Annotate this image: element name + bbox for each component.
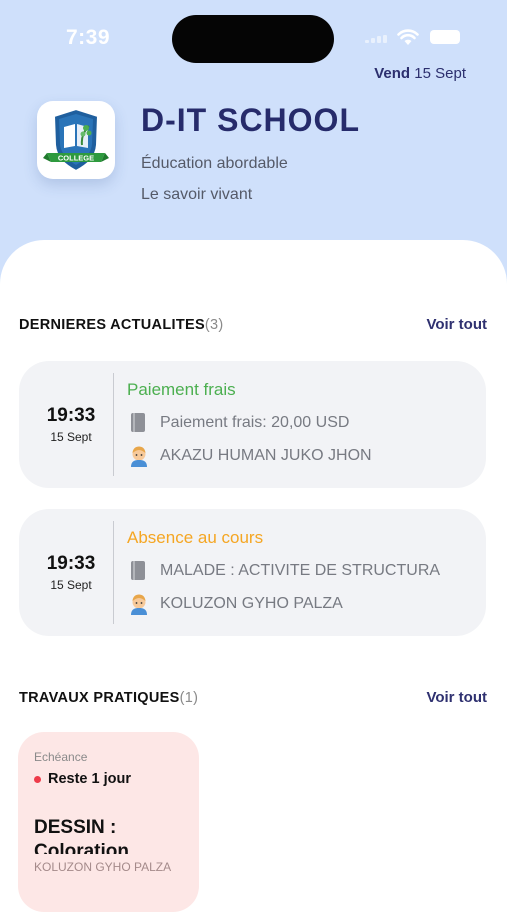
news-detail-row: MALADE : ACTIVITE DE STRUCTURA [127, 560, 440, 582]
dynamic-island [172, 15, 334, 63]
news-detail: Paiement frais: 20,00 USD [160, 414, 350, 431]
logo-text: COLLEGE [58, 154, 94, 163]
news-date: 15 Sept [50, 430, 92, 444]
practical-section-label: TRAVAUX PRATIQUES [19, 690, 180, 706]
news-see-all-link[interactable]: Voir tout [426, 316, 487, 333]
assignment-deadline-label: Echéance [34, 750, 88, 764]
current-day: Vend [374, 65, 411, 82]
news-person: AKAZU HUMAN JUKO JHON [160, 447, 372, 464]
practical-section-title: TRAVAUX PRATIQUES(1) [19, 690, 198, 706]
assignment-remaining-text: Reste 1 jour [48, 771, 131, 787]
document-icon [127, 560, 151, 582]
status-bar-time: 7:39 [66, 26, 111, 49]
assignment-remaining: Reste 1 jour [34, 771, 131, 787]
current-date: Vend 15 Sept [374, 65, 466, 82]
news-count: (3) [204, 317, 224, 333]
news-divider [113, 373, 114, 476]
school-logo: COLLEGE [37, 101, 115, 179]
news-person: KOLUZON GYHO PALZA [160, 595, 343, 612]
practical-count: (1) [179, 690, 199, 706]
school-name: D-IT SCHOOL [141, 102, 360, 138]
news-person-row: KOLUZON GYHO PALZA [127, 593, 343, 615]
news-card[interactable]: 19:33 15 Sept Paiement frais Paiement fr… [19, 361, 486, 488]
current-date-value: 15 Sept [414, 65, 466, 82]
news-title: Paiement frais [127, 380, 236, 399]
student-avatar-icon [127, 593, 151, 615]
battery-icon [430, 30, 460, 44]
news-detail-row: Paiement frais: 20,00 USD [127, 412, 349, 434]
practical-see-all-link[interactable]: Voir tout [426, 689, 487, 706]
document-icon [127, 412, 151, 434]
news-section-title: DERNIERES ACTUALITES(3) [19, 317, 224, 333]
cellular-signal-icon [365, 35, 389, 43]
assignment-card[interactable]: Echéance Reste 1 jour DESSIN : Coloratio… [18, 732, 199, 912]
urgent-dot-icon [34, 775, 41, 783]
news-title: Absence au cours [127, 528, 264, 547]
student-avatar-icon [127, 445, 151, 467]
news-card[interactable]: 19:33 15 Sept Absence au cours MALADE : … [19, 509, 486, 636]
school-tagline-2: Le savoir vivant [141, 186, 253, 203]
college-shield-logo-icon: COLLEGE [43, 107, 109, 173]
news-person-row: AKAZU HUMAN JUKO JHON [127, 445, 372, 467]
news-time: 19:33 [46, 405, 96, 426]
wifi-icon [397, 29, 419, 45]
news-time: 19:33 [46, 553, 96, 574]
news-date: 15 Sept [50, 578, 92, 592]
news-divider [113, 521, 114, 624]
news-section-label: DERNIERES ACTUALITES [19, 317, 205, 333]
assignment-owner: KOLUZON GYHO PALZA [34, 860, 172, 874]
school-tagline-1: Éducation abordable [141, 155, 288, 172]
news-detail: MALADE : ACTIVITE DE STRUCTURA [160, 562, 441, 579]
assignment-title: DESSIN : Coloration [34, 817, 129, 854]
